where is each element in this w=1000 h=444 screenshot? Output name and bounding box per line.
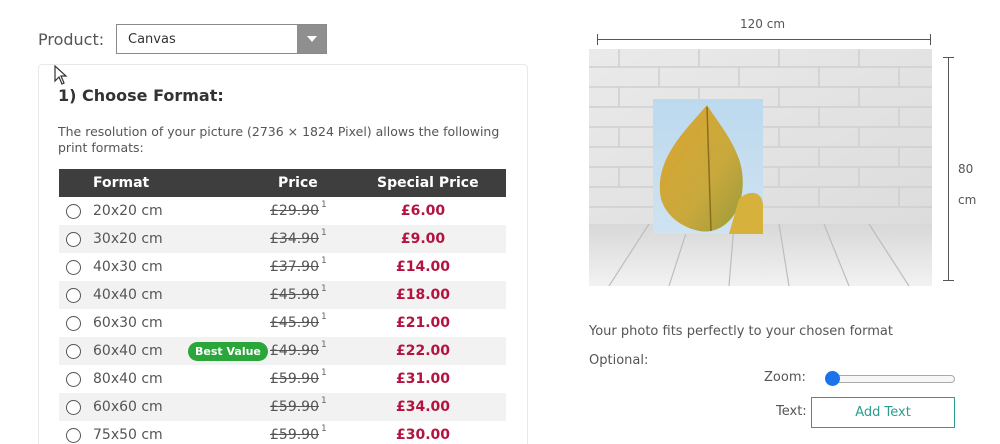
original-price: £45.90 [270,287,319,303]
price-footnote-marker: 1 [321,228,327,238]
price-footnote-marker: 1 [321,368,327,378]
original-price: £59.90 [270,427,319,443]
table-row[interactable]: 20x20 cm £29.90 1 £6.00 [59,197,506,225]
header-special-price: Special Price [377,175,479,191]
table-row[interactable]: 75x50 cm £59.90 1 £30.00 [59,421,506,444]
zoom-slider-thumb[interactable] [825,371,840,386]
panel-description: The resolution of your picture (2736 × 1… [58,124,500,155]
zoom-slider-track[interactable] [828,375,955,383]
optional-label: Optional: [589,353,649,368]
format-size: 30x20 cm [93,231,163,247]
format-radio[interactable] [66,372,81,387]
format-radio[interactable] [66,344,81,359]
table-body: 20x20 cm £29.90 1 £6.00 30x20 cm £34.90 1 £9.00… [59,197,506,444]
format-radio[interactable] [66,316,81,331]
width-dimension-cap-left [597,34,598,45]
original-price: £29.90 [270,203,319,219]
original-price: £59.90 [270,371,319,387]
zoom-label: Zoom: [764,370,806,385]
height-dimension-cap-bottom [943,280,954,281]
special-price: £31.00 [395,371,451,387]
fit-message: Your photo fits perfectly to your chosen… [589,324,893,339]
best-value-badge: Best Value [188,342,268,361]
format-size: 40x30 cm [93,259,163,275]
mouse-cursor-icon [54,65,68,85]
price-footnote-marker: 1 [321,200,327,210]
format-size: 80x40 cm [93,371,163,387]
special-price: £34.00 [395,399,451,415]
special-price: £18.00 [395,287,451,303]
original-price: £49.90 [270,343,319,359]
text-label: Text: [776,404,807,419]
format-size: 60x60 cm [93,399,163,415]
special-price: £22.00 [395,343,451,359]
add-text-button[interactable]: Add Text [811,397,955,428]
format-size: 40x40 cm [93,287,163,303]
special-price: £14.00 [395,259,451,275]
width-dimension-label: 120 cm [740,17,786,31]
format-radio[interactable] [66,232,81,247]
special-price: £30.00 [395,427,451,443]
price-footnote-marker: 1 [321,340,327,350]
height-dimension-line [948,57,949,281]
format-radio[interactable] [66,204,81,219]
format-size: 20x20 cm [93,203,163,219]
format-size: 60x40 cm [93,343,163,359]
table-row[interactable]: 30x20 cm £34.90 1 £9.00 [59,225,506,253]
panel-title: 1) Choose Format: [58,86,224,105]
height-dimension-number: 80 [958,162,974,176]
table-row[interactable]: 40x30 cm £37.90 1 £14.00 [59,253,506,281]
special-price: £21.00 [395,315,451,331]
product-select-value: Canvas [128,32,176,47]
price-footnote-marker: 1 [321,256,327,266]
price-footnote-marker: 1 [321,284,327,294]
height-dimension-cap-top [943,57,954,58]
format-radio[interactable] [66,260,81,275]
special-price: £9.00 [400,231,446,247]
format-radio[interactable] [66,428,81,443]
format-size: 75x50 cm [93,427,163,443]
original-price: £34.90 [270,231,319,247]
format-table: Format Price Special Price 20x20 cm £29.9… [59,169,506,444]
table-header: Format Price Special Price [59,169,506,197]
canvas-preview-image [589,49,932,286]
table-row[interactable]: 60x40 cm Best Value £49.90 1 £22.00 [59,337,506,365]
original-price: £59.90 [270,399,319,415]
format-size: 60x30 cm [93,315,163,331]
product-select[interactable]: Canvas [116,24,327,54]
product-label: Product: [38,30,105,49]
table-row[interactable]: 60x30 cm £45.90 1 £21.00 [59,309,506,337]
price-footnote-marker: 1 [321,424,327,434]
width-dimension-line [597,39,931,40]
format-radio[interactable] [66,400,81,415]
original-price: £37.90 [270,259,319,275]
header-price: Price [278,175,318,191]
special-price: £6.00 [400,203,446,219]
header-format: Format [93,175,150,191]
brick-wall-scene [589,49,932,286]
table-row[interactable]: 40x40 cm £45.90 1 £18.00 [59,281,506,309]
table-row[interactable]: 80x40 cm £59.90 1 £31.00 [59,365,506,393]
format-radio[interactable] [66,288,81,303]
table-row[interactable]: 60x60 cm £59.90 1 £34.00 [59,393,506,421]
original-price: £45.90 [270,315,319,331]
price-footnote-marker: 1 [321,312,327,322]
width-dimension-cap-right [930,34,931,45]
height-dimension-unit: cm [958,193,977,207]
price-footnote-marker: 1 [321,396,327,406]
chevron-down-icon[interactable] [297,25,326,53]
